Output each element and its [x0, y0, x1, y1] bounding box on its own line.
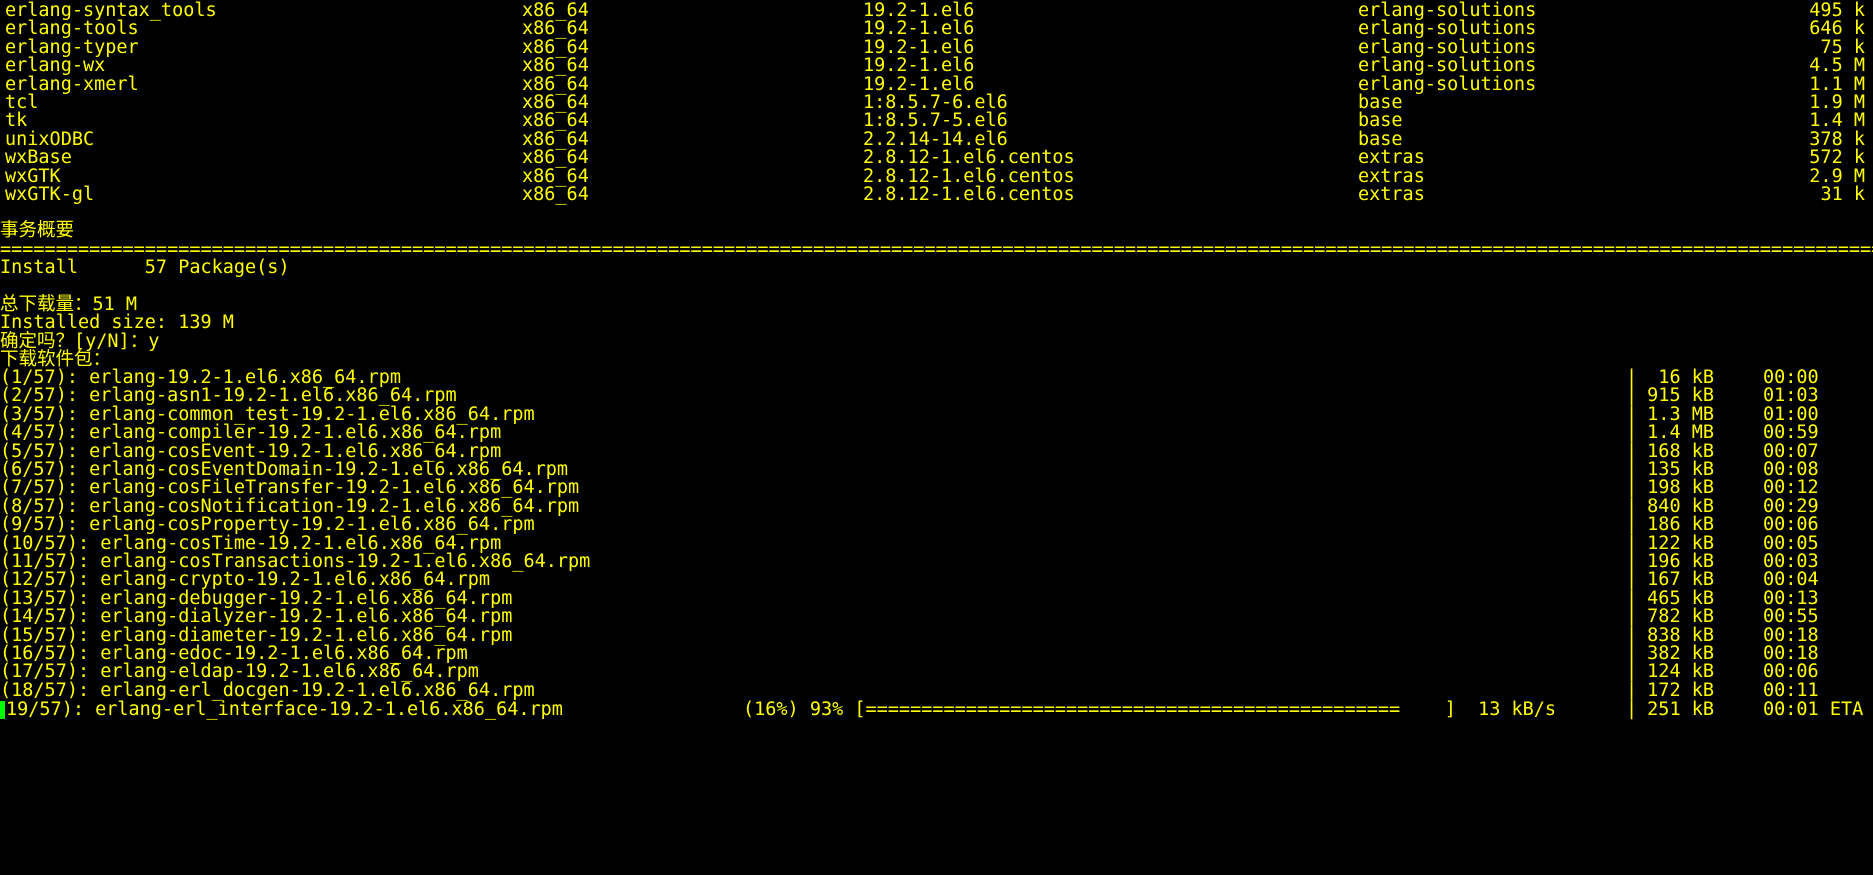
cursor-block — [0, 701, 5, 719]
terminal-window[interactable]: erlang-syntax_tools x86_64 19.2-1.el6 erlan… — [0, 0, 1873, 865]
package-row: wxGTK-gl x86_64 2.8.12-1.el6.centos extras 3… — [0, 184, 1873, 206]
install-count-line: Install 57 Package(s) — [0, 257, 1873, 279]
package-size: 31 k — [1820, 184, 1865, 205]
current-download-separator: | — [1626, 699, 1638, 720]
current-download-file: 19/57): erlang-erl_interface-19.2-1.el6.… — [6, 699, 563, 720]
current-download-size: 251 kB — [1647, 699, 1714, 720]
package-version: 2.8.12-1.el6.centos — [863, 184, 1075, 205]
package-repo: extras — [1358, 184, 1425, 205]
current-download-progress: (16%) 93% [=============================… — [743, 699, 1557, 720]
current-download-eta: 00:01 ETA — [1763, 699, 1864, 720]
package-name: wxGTK-gl — [5, 184, 95, 205]
package-arch: x86_64 — [522, 184, 589, 205]
install-count-text: Install 57 Package(s) — [0, 257, 290, 278]
current-download-line: 19/57): erlang-erl_interface-19.2-1.el6.… — [0, 699, 1873, 721]
